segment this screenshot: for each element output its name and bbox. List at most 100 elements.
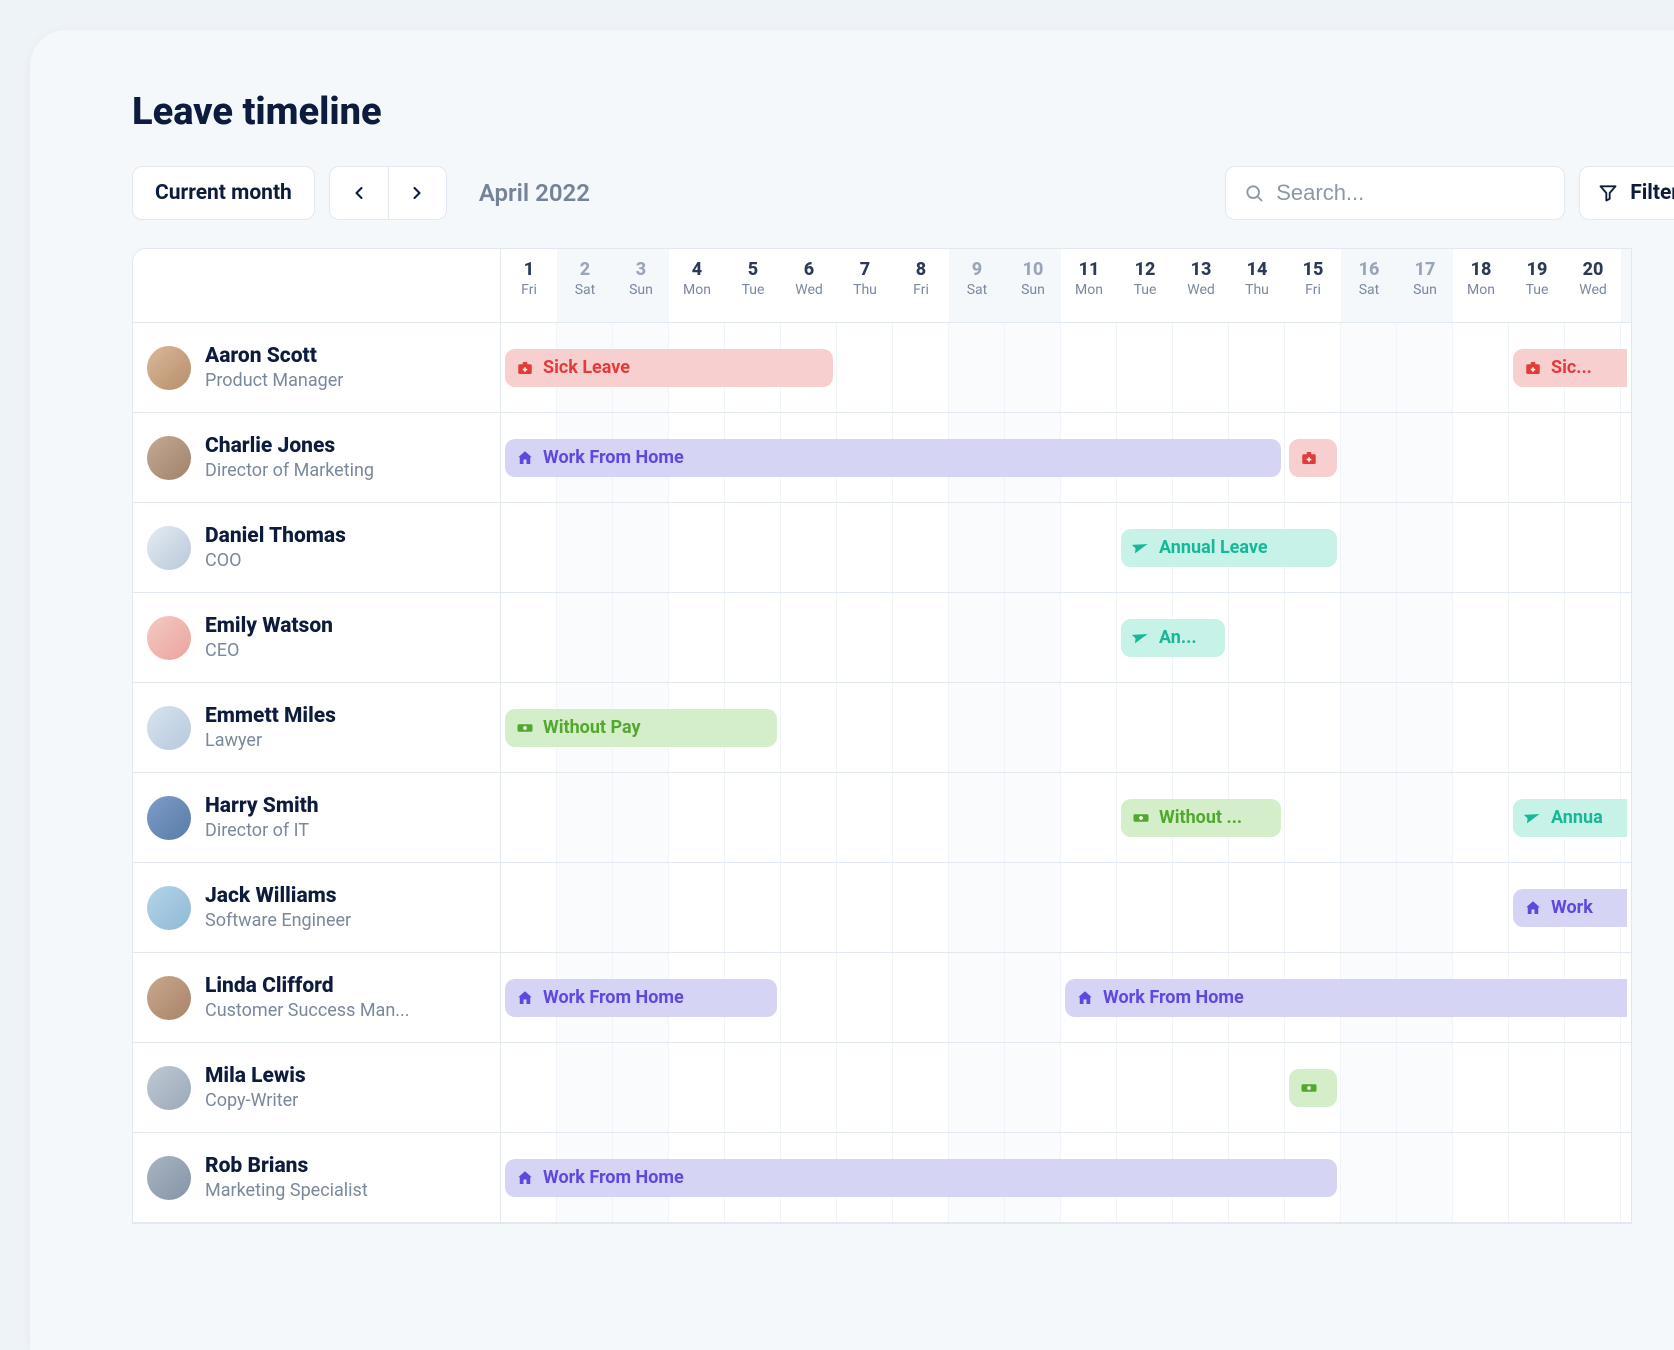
employee-cell[interactable]: Linda CliffordCustomer Success Man... <box>133 953 501 1042</box>
filter-label: Filter <box>1630 181 1674 205</box>
filter-button[interactable]: Filter <box>1579 166 1674 220</box>
day-name: Sat <box>557 282 613 298</box>
current-month-button[interactable]: Current month <box>132 166 315 220</box>
grid-cell <box>669 773 725 862</box>
grid-cell <box>781 1043 837 1132</box>
employee-role: COO <box>205 550 346 571</box>
grid-cell <box>501 863 557 952</box>
leave-pill-annual[interactable]: An... <box>1121 619 1225 657</box>
day-name: Sun <box>1397 282 1453 298</box>
day-number: 11 <box>1061 259 1117 280</box>
avatar <box>147 616 191 660</box>
grid-cell <box>893 503 949 592</box>
grid-cell <box>501 773 557 862</box>
leave-pill-wfh[interactable]: Work From Home <box>505 1159 1337 1197</box>
day-col-header: 19Tue <box>1509 249 1565 322</box>
prev-month-button[interactable] <box>330 167 388 219</box>
employee-cell[interactable]: Emily WatsonCEO <box>133 593 501 682</box>
grid-cell <box>725 593 781 682</box>
grid-cell <box>893 953 949 1042</box>
employee-role: Marketing Specialist <box>205 1180 368 1201</box>
grid-cell <box>893 1043 949 1132</box>
leave-label: Work From Home <box>1103 987 1244 1008</box>
grid-cell <box>949 863 1005 952</box>
employee-role: Copy-Writer <box>205 1090 306 1111</box>
grid-cell <box>1229 593 1285 682</box>
leave-label: Sick Leave <box>543 357 630 378</box>
grid-cell <box>1173 1043 1229 1132</box>
leave-pill-nopay[interactable]: Without Pay <box>505 709 777 747</box>
employee-cell[interactable]: Harry SmithDirector of IT <box>133 773 501 862</box>
day-col-header: 8Fri <box>893 249 949 322</box>
employee-cell[interactable]: Rob BriansMarketing Specialist <box>133 1133 501 1222</box>
grid-cell <box>1229 863 1285 952</box>
day-col-header: 5Tue <box>725 249 781 322</box>
grid-cell <box>1005 1043 1061 1132</box>
leave-label: Without Pay <box>543 717 641 738</box>
employee-role: Lawyer <box>205 730 336 751</box>
employee-cell[interactable]: Jack WilliamsSoftware Engineer <box>133 863 501 952</box>
employee-name: Jack Williams <box>205 884 351 909</box>
employee-name: Mila Lewis <box>205 1064 306 1089</box>
employee-cell[interactable]: Aaron ScottProduct Manager <box>133 323 501 412</box>
day-name: Mon <box>1061 282 1117 298</box>
leave-pill-sick[interactable] <box>1289 439 1337 477</box>
grid-cell <box>1397 413 1453 502</box>
grid-cell <box>1117 323 1173 412</box>
employee-cell[interactable]: Mila LewisCopy-Writer <box>133 1043 501 1132</box>
grid-cell <box>1565 413 1621 502</box>
timeline-row: Harry SmithDirector of IT Without ... Annu… <box>133 773 1631 863</box>
grid-cell <box>557 863 613 952</box>
grid-cell <box>1173 683 1229 772</box>
leave-pill-annual[interactable]: Annual Leave <box>1121 529 1337 567</box>
grid-cell <box>1565 1133 1621 1222</box>
leave-label: Work From Home <box>543 447 684 468</box>
grid-cell <box>1229 323 1285 412</box>
grid-cell <box>1229 683 1285 772</box>
search-field[interactable] <box>1225 166 1565 220</box>
grid-cell <box>1453 413 1509 502</box>
leave-pill-sick[interactable]: Sick Leave <box>505 349 833 387</box>
leave-pill-wfh[interactable]: Work From Home <box>505 979 777 1017</box>
day-col-header: 12Tue <box>1117 249 1173 322</box>
leave-pill-wfh[interactable]: Work From Home <box>1065 979 1627 1017</box>
leave-pill-sick[interactable]: Sic... <box>1513 349 1627 387</box>
day-number: 2 <box>557 259 613 280</box>
employee-cell[interactable]: Daniel ThomasCOO <box>133 503 501 592</box>
employee-cell[interactable]: Charlie JonesDirector of Marketing <box>133 413 501 502</box>
leave-pill-wfh[interactable]: Work <box>1513 889 1627 927</box>
leave-pill-annual[interactable]: Annua <box>1513 799 1627 837</box>
grid-cell <box>1341 683 1397 772</box>
grid-cell <box>949 503 1005 592</box>
leave-pill-nopay[interactable] <box>1289 1069 1337 1107</box>
employee-name: Linda Clifford <box>205 974 410 999</box>
avatar <box>147 1156 191 1200</box>
grid-cell <box>1005 683 1061 772</box>
day-col-header: 4Mon <box>669 249 725 322</box>
grid-cell <box>1005 773 1061 862</box>
avatar <box>147 436 191 480</box>
timeline-grid: An... <box>501 593 1631 682</box>
employee-name: Daniel Thomas <box>205 524 346 549</box>
grid-cell <box>1397 1133 1453 1222</box>
grid-cell <box>557 773 613 862</box>
search-input[interactable] <box>1276 180 1546 206</box>
leave-pill-wfh[interactable]: Work From Home <box>505 439 1281 477</box>
timeline-grid <box>501 1043 1631 1132</box>
chevron-right-icon <box>407 183 427 203</box>
leave-pill-nopay[interactable]: Without ... <box>1121 799 1281 837</box>
grid-cell <box>1285 683 1341 772</box>
day-col-header: 20Wed <box>1565 249 1621 322</box>
employee-cell[interactable]: Emmett MilesLawyer <box>133 683 501 772</box>
grid-cell <box>1453 1043 1509 1132</box>
grid-cell <box>893 863 949 952</box>
grid-cell <box>893 593 949 682</box>
day-col-header: 13Wed <box>1173 249 1229 322</box>
day-col-header: 15Fri <box>1285 249 1341 322</box>
grid-cell <box>1341 773 1397 862</box>
home-icon <box>515 1168 535 1188</box>
next-month-button[interactable] <box>388 167 446 219</box>
timeline-grid: Work From Home <box>501 1133 1631 1222</box>
grid-cell <box>1397 773 1453 862</box>
grid-cell <box>557 593 613 682</box>
